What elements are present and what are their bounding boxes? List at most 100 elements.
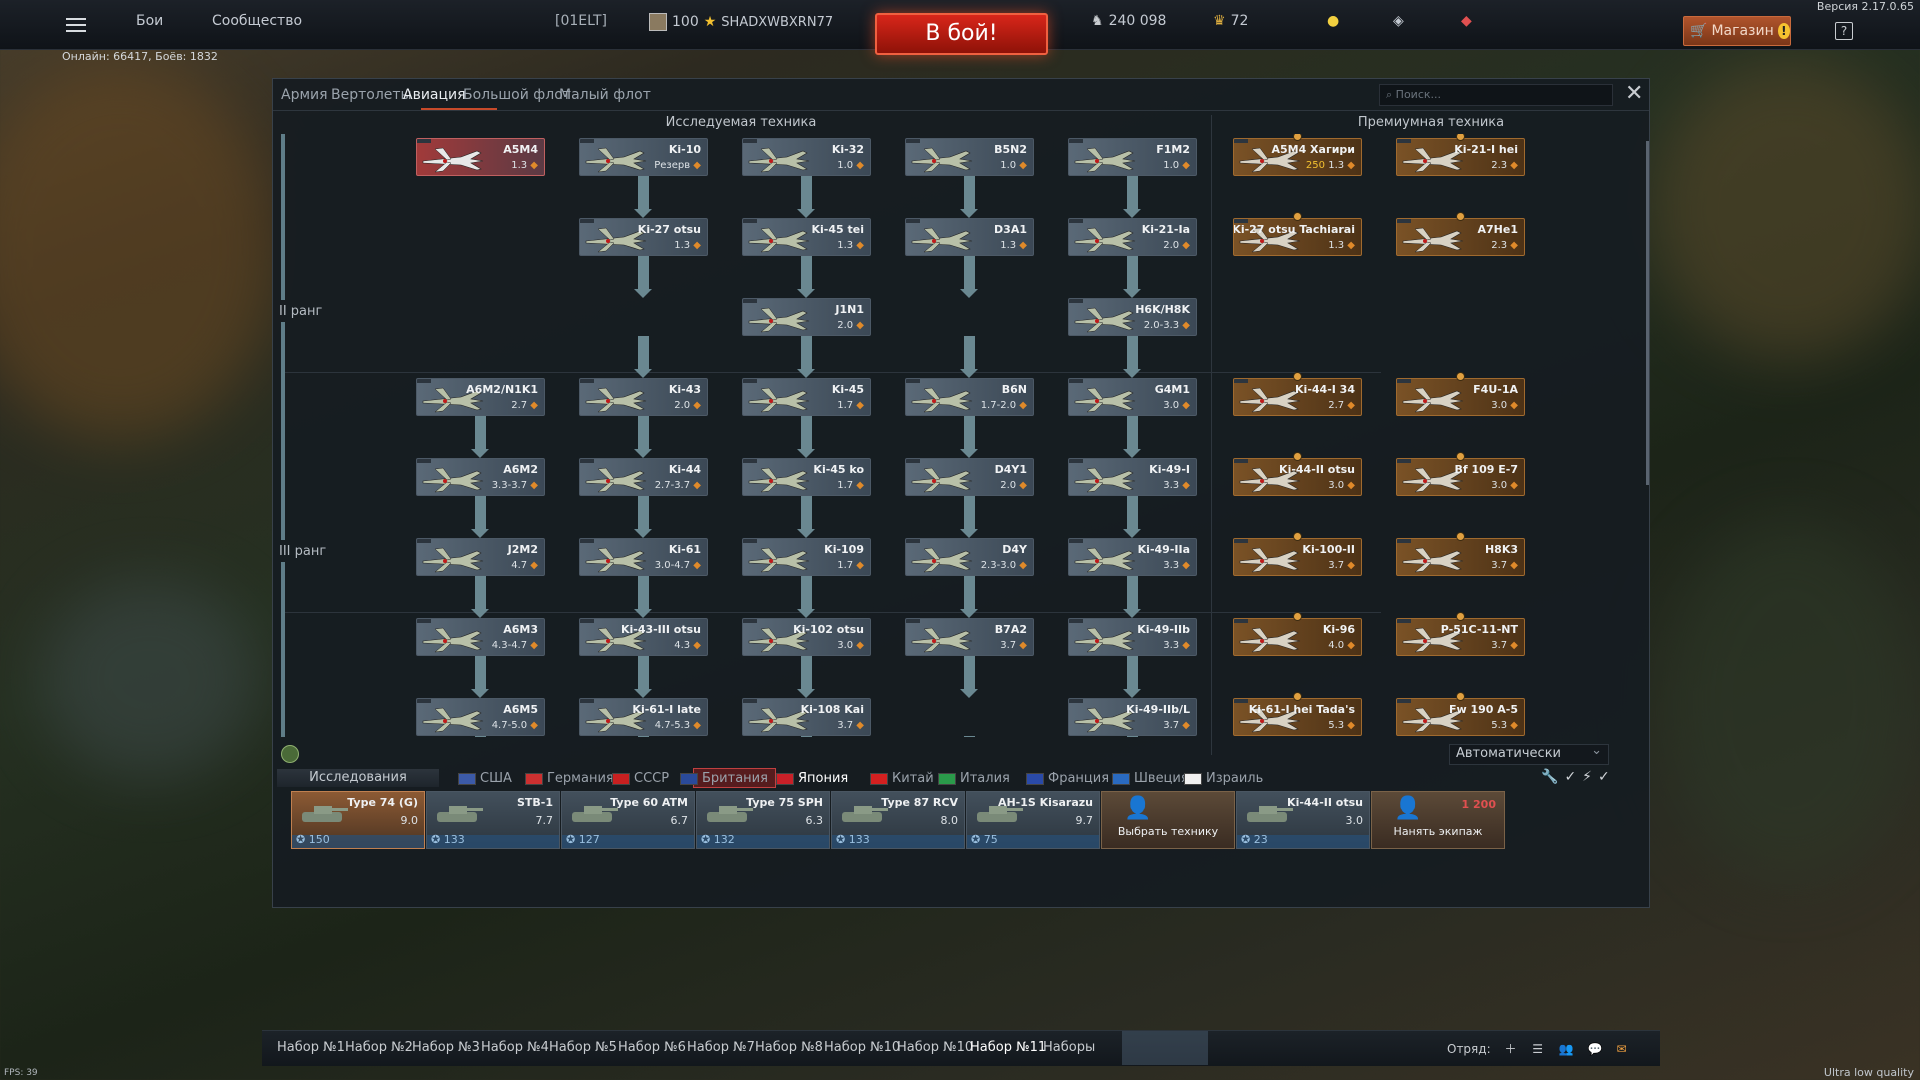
research-toggle[interactable]: Исследования <box>277 769 439 787</box>
vehicle-card[interactable]: Ki-61-I hei Tada's 5.3 ◆ <box>1233 698 1362 736</box>
auto-select-dropdown[interactable]: Автоматически <box>1449 743 1609 765</box>
vehicle-card[interactable]: D3A1 1.3 ◆ <box>905 218 1034 256</box>
preset-tab[interactable]: Набор №6 <box>618 1040 686 1055</box>
vehicle-card[interactable]: A6M3 4.3-4.7 ◆ <box>416 618 545 656</box>
vehicle-card[interactable]: Ki-49-IIa 3.3 ◆ <box>1068 538 1197 576</box>
preset-tab[interactable]: Набор №3 <box>412 1040 480 1055</box>
chat-icon[interactable]: 💬 <box>1588 1042 1603 1056</box>
nation-tab[interactable]: Швеция <box>1112 771 1189 786</box>
preset-tab[interactable]: Набор №4 <box>481 1040 549 1055</box>
vehicle-card[interactable]: J1N1 2.0 ◆ <box>742 298 871 336</box>
friends-icon[interactable]: 👥 <box>1559 1042 1574 1056</box>
vehicle-card[interactable]: Ki-21-I hei 2.3 ◆ <box>1396 138 1525 176</box>
vehicle-card[interactable]: Ki-49-IIb 3.3 ◆ <box>1068 618 1197 656</box>
menu-community[interactable]: Сообщество <box>212 13 302 29</box>
nation-tab[interactable]: Япония <box>776 771 848 786</box>
nation-tab[interactable]: Германия <box>525 771 614 786</box>
vehicle-card[interactable]: Ki-45 ko 1.7 ◆ <box>742 458 871 496</box>
shop-button[interactable]: 🛒 Магазин ! <box>1683 16 1791 46</box>
player-profile[interactable]: 100 ★ SHADXWBXRN77 <box>649 13 833 31</box>
vehicle-card[interactable]: H8K3 3.7 ◆ <box>1396 538 1525 576</box>
vehicle-card[interactable]: Ki-49-IIb/L 3.7 ◆ <box>1068 698 1197 736</box>
silver-lions[interactable]: ♞ 240 098 <box>1091 13 1166 29</box>
nation-tab[interactable]: Британия <box>680 771 768 786</box>
help-icon[interactable]: ? <box>1835 22 1853 40</box>
preset-tab[interactable]: Набор №7 <box>687 1040 755 1055</box>
mail-icon[interactable]: ✉ <box>1616 1042 1626 1056</box>
tab-3[interactable]: Большой флот <box>463 87 571 103</box>
coupon-icon[interactable]: ◆ <box>1461 13 1472 29</box>
vehicle-card[interactable]: Ki-10 Резерв ◆ <box>579 138 708 176</box>
vehicle-card[interactable]: B6N 1.7-2.0 ◆ <box>905 378 1034 416</box>
vehicle-card[interactable]: B7A2 3.7 ◆ <box>905 618 1034 656</box>
vehicle-card[interactable]: Ki-45 tei 1.3 ◆ <box>742 218 871 256</box>
vehicle-card[interactable]: Ki-96 4.0 ◆ <box>1233 618 1362 656</box>
vehicle-card[interactable]: Ki-44-II otsu 3.0 ◆ <box>1233 458 1362 496</box>
vehicle-card[interactable]: Ki-109 1.7 ◆ <box>742 538 871 576</box>
vehicle-card[interactable]: P-51C-11-NT 3.7 ◆ <box>1396 618 1525 656</box>
nation-tab[interactable]: Франция <box>1026 771 1109 786</box>
menu-icon[interactable] <box>66 18 86 32</box>
nation-tab[interactable]: США <box>458 771 512 786</box>
vehicle-card[interactable]: A5M4 Хагири 250 1.3 ◆ <box>1233 138 1362 176</box>
vehicle-card[interactable]: G4M1 3.0 ◆ <box>1068 378 1197 416</box>
list-icon[interactable]: ☰ <box>1532 1042 1543 1056</box>
search-input[interactable]: ⌕ Поиск... <box>1379 84 1613 106</box>
tab-0[interactable]: Армия <box>281 87 328 103</box>
vehicle-card[interactable]: Ki-100-II 3.7 ◆ <box>1233 538 1362 576</box>
nation-tab[interactable]: Китай <box>870 771 934 786</box>
vehicle-card[interactable]: D4Y 2.3-3.0 ◆ <box>905 538 1034 576</box>
vehicle-card[interactable]: Fw 190 A-5 5.3 ◆ <box>1396 698 1525 736</box>
check-all-icon[interactable]: ✓ <box>1598 769 1616 785</box>
preset-tab[interactable]: Набор №11 <box>970 1040 1046 1055</box>
close-icon[interactable]: ✕ <box>1625 83 1643 105</box>
lightbulb-icon[interactable]: ● <box>1327 13 1339 29</box>
repair-all-icon[interactable]: ⚡ <box>1582 769 1598 785</box>
vehicle-card[interactable]: Bf 109 E-7 3.0 ◆ <box>1396 458 1525 496</box>
crew-slot[interactable]: Type 87 RCV 8.0 ✪ 133 <box>831 791 965 849</box>
preset-tab[interactable]: Набор №5 <box>549 1040 617 1055</box>
preset-tab[interactable]: Наборы <box>1043 1040 1095 1055</box>
vehicle-card[interactable]: Ki-21-Ia 2.0 ◆ <box>1068 218 1197 256</box>
crew-slot[interactable]: Type 60 ATM 6.7 ✪ 127 <box>561 791 695 849</box>
vehicle-card[interactable]: F1M2 1.0 ◆ <box>1068 138 1197 176</box>
vehicle-card[interactable]: Ki-61-I late 4.7-5.3 ◆ <box>579 698 708 736</box>
crew-slot[interactable]: Ki-44-II otsu 3.0 ✪ 23 <box>1236 791 1370 849</box>
add-squad-icon[interactable]: ＋ <box>1504 1042 1516 1056</box>
crew-slot[interactable]: AH-1S Kisarazu 9.7 ✪ 75 <box>966 791 1100 849</box>
golden-eagles[interactable]: ♛ 72 <box>1213 13 1248 29</box>
crafting-icon[interactable]: ◈ <box>1393 13 1404 29</box>
vehicle-card[interactable]: Ki-32 1.0 ◆ <box>742 138 871 176</box>
tab-1[interactable]: Вертолеты <box>331 87 412 103</box>
vehicle-card[interactable]: A7He1 2.3 ◆ <box>1396 218 1525 256</box>
vehicle-card[interactable]: Ki-43-III otsu 4.3 ◆ <box>579 618 708 656</box>
vehicle-card[interactable]: Ki-102 otsu 3.0 ◆ <box>742 618 871 656</box>
crew-slot[interactable]: STB-1 7.7 ✪ 133 <box>426 791 560 849</box>
preset-tab[interactable]: Набор №2 <box>345 1040 413 1055</box>
preset-tab[interactable]: Набор №1 <box>277 1040 345 1055</box>
crew-slot[interactable]: 👤 Выбрать технику <box>1101 791 1235 849</box>
vehicle-card[interactable]: J2M2 4.7 ◆ <box>416 538 545 576</box>
vehicle-card[interactable]: Ki-61 3.0-4.7 ◆ <box>579 538 708 576</box>
vehicle-card[interactable]: Ki-49-I 3.3 ◆ <box>1068 458 1197 496</box>
vehicle-card[interactable]: A6M2 3.3-3.7 ◆ <box>416 458 545 496</box>
vehicle-card[interactable]: Ki-27 otsu Tachiarai 1.3 ◆ <box>1233 218 1362 256</box>
filter-icons[interactable]: 🔧✓⚡✓ <box>1541 769 1616 785</box>
tab-2[interactable]: Авиация <box>403 87 466 103</box>
vehicle-card[interactable]: F4U-1A 3.0 ◆ <box>1396 378 1525 416</box>
to-battle-button[interactable]: В бой! <box>875 13 1048 55</box>
nation-tab[interactable]: СССР <box>612 771 669 786</box>
preset-tab[interactable]: Набор №10 <box>824 1040 900 1055</box>
vehicle-card[interactable]: B5N2 1.0 ◆ <box>905 138 1034 176</box>
menu-battles[interactable]: Бои <box>136 13 163 29</box>
preset-tab[interactable]: Набор №8 <box>755 1040 823 1055</box>
vehicle-card[interactable]: A6M5 4.7-5.0 ◆ <box>416 698 545 736</box>
vehicle-card[interactable]: A5M4 1.3 ◆ <box>416 138 545 176</box>
crew-slot[interactable]: Type 74 (G) 9.0 ✪ 150 <box>291 791 425 849</box>
clan-tag[interactable]: [01ELT] <box>555 13 607 29</box>
vehicle-card[interactable]: Ki-44 2.7-3.7 ◆ <box>579 458 708 496</box>
crew-slot[interactable]: 1 200 👤 Нанять экипаж <box>1371 791 1505 849</box>
vehicle-card[interactable]: Ki-44-I 34 2.7 ◆ <box>1233 378 1362 416</box>
vehicle-card[interactable]: Ki-45 1.7 ◆ <box>742 378 871 416</box>
vehicle-card[interactable]: A6M2/N1K1 2.7 ◆ <box>416 378 545 416</box>
